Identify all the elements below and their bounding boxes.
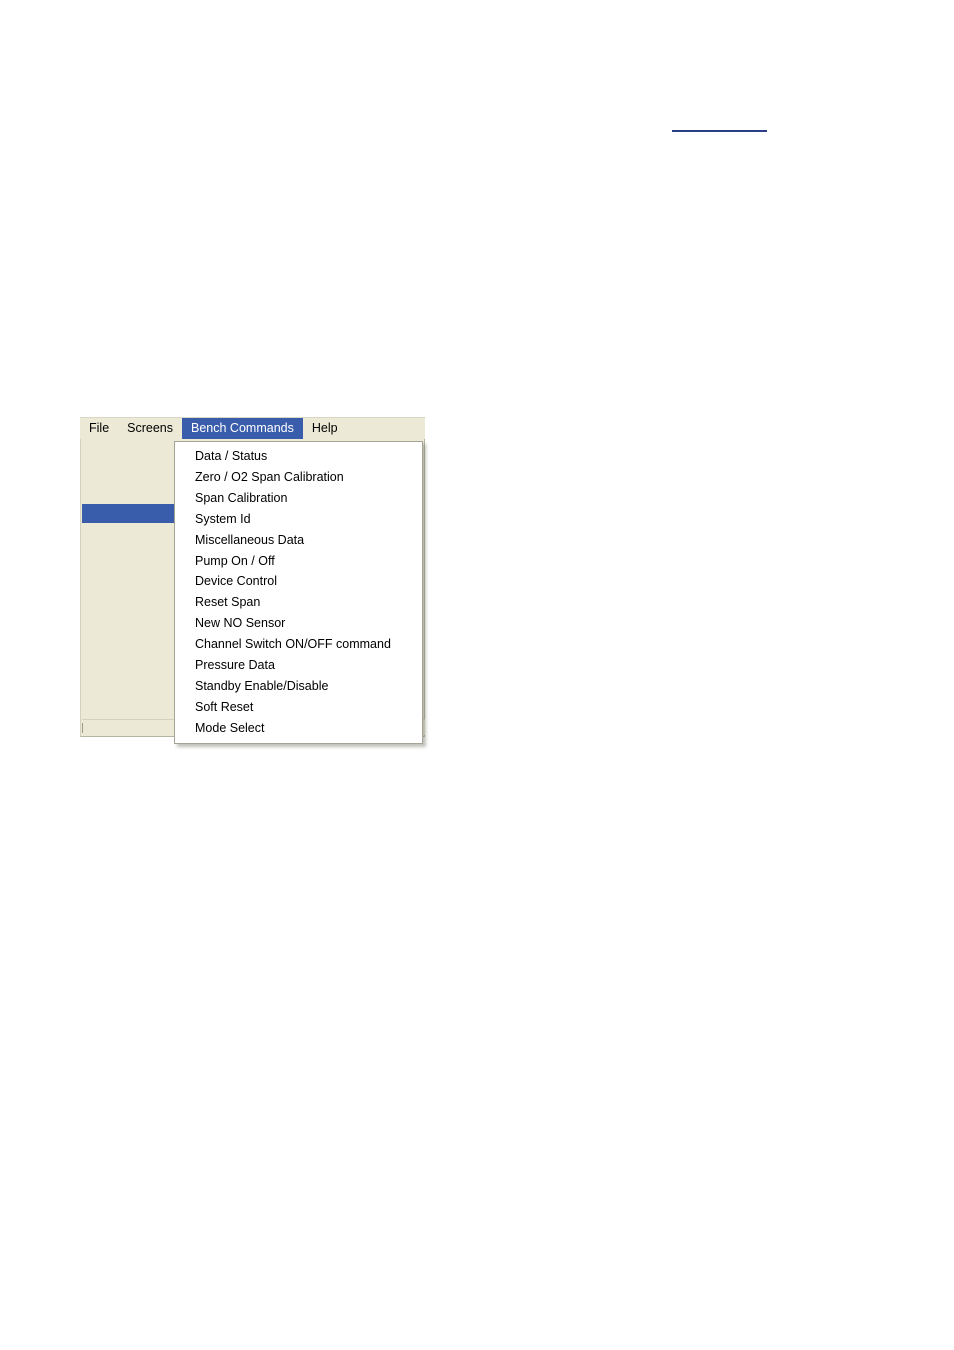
menu-item-bench-commands[interactable]: Bench Commands (182, 418, 303, 439)
dropdown-item-standby-enable-disable[interactable]: Standby Enable/Disable (175, 676, 422, 697)
dropdown-item-data-status[interactable]: Data / Status (175, 446, 422, 467)
dropdown-item-soft-reset[interactable]: Soft Reset (175, 697, 422, 718)
dropdown-item-system-id[interactable]: System Id (175, 509, 422, 530)
menu-item-help[interactable]: Help (303, 418, 347, 439)
selected-list-row[interactable] (82, 504, 175, 523)
menu-item-file[interactable]: File (80, 418, 118, 439)
dropdown-item-pump-on-off[interactable]: Pump On / Off (175, 550, 422, 571)
dropdown-item-reset-span[interactable]: Reset Span (175, 592, 422, 613)
dropdown-item-span-calibration[interactable]: Span Calibration (175, 488, 422, 509)
dropdown-item-pressure-data[interactable]: Pressure Data (175, 655, 422, 676)
menu-bar: File Screens Bench Commands Help (80, 417, 425, 439)
dropdown-item-new-no-sensor[interactable]: New NO Sensor (175, 613, 422, 634)
dropdown-item-miscellaneous-data[interactable]: Miscellaneous Data (175, 530, 422, 551)
menu-item-label: Bench Commands (191, 421, 294, 436)
menu-item-screens[interactable]: Screens (118, 418, 182, 439)
header-underline-rule (672, 130, 767, 132)
dropdown-item-zero-o2-span-calibration[interactable]: Zero / O2 Span Calibration (175, 467, 422, 488)
dropdown-item-mode-select[interactable]: Mode Select (175, 717, 422, 738)
menu-item-label: Help (311, 421, 338, 436)
dropdown-item-channel-switch-on-off-command[interactable]: Channel Switch ON/OFF command (175, 634, 422, 655)
menu-item-label: File (89, 421, 110, 436)
status-bar-divider (82, 723, 83, 733)
dropdown-item-device-control[interactable]: Device Control (175, 571, 422, 592)
application-window: File Screens Bench Commands Help Data / … (80, 417, 425, 745)
menu-item-label: Screens (127, 421, 174, 436)
bench-commands-dropdown-menu: Data / Status Zero / O2 Span Calibration… (174, 441, 423, 745)
